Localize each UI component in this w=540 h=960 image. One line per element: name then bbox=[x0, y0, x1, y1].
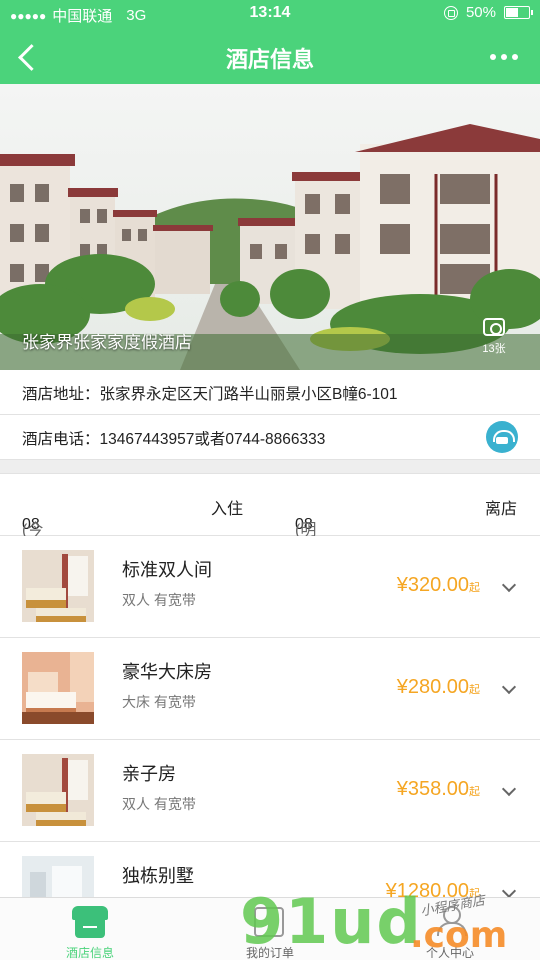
room-item[interactable]: 亲子房 双人 有宽带 ¥358.00起 bbox=[0, 740, 540, 842]
room-price-suffix: 起 bbox=[469, 786, 480, 798]
tab-my-orders[interactable]: 我的订单 bbox=[180, 898, 360, 960]
chevron-down-icon[interactable] bbox=[501, 883, 517, 899]
order-list-icon bbox=[254, 907, 284, 937]
tab-bar: 酒店信息 我的订单 个人中心 bbox=[0, 897, 540, 960]
tab-label: 酒店信息 bbox=[65, 946, 114, 960]
room-tags: 双人 有宽带 bbox=[122, 796, 196, 812]
room-price-value: ¥320.00 bbox=[396, 574, 469, 596]
room-price: ¥320.00起 bbox=[397, 574, 480, 597]
phone-value: 13467443957或者0744-8866333 bbox=[99, 431, 326, 448]
address-label: 酒店地址： bbox=[22, 386, 100, 403]
tab-hotel-info[interactable]: 酒店信息 bbox=[0, 898, 180, 960]
room-item[interactable]: 标准双人间 双人 有宽带 ¥320.00起 bbox=[0, 536, 540, 638]
chevron-down-icon[interactable] bbox=[501, 679, 517, 695]
room-name: 豪华大床房 bbox=[122, 662, 212, 682]
battery-icon bbox=[504, 6, 533, 19]
phone-call-icon[interactable] bbox=[486, 421, 518, 453]
phone-label: 酒店电话： bbox=[22, 431, 100, 448]
room-name: 标准双人间 bbox=[122, 560, 212, 580]
tab-label: 个人中心 bbox=[425, 946, 474, 960]
checkin-label: 入住 bbox=[211, 501, 244, 518]
checkout-label: 离店 bbox=[485, 501, 518, 518]
room-thumbnail bbox=[22, 550, 94, 622]
tab-label: 我的订单 bbox=[245, 946, 294, 960]
room-price-suffix: 起 bbox=[469, 582, 480, 594]
rotation-lock-icon bbox=[443, 5, 458, 20]
chevron-down-icon[interactable] bbox=[501, 577, 517, 593]
section-divider bbox=[0, 460, 540, 474]
page-title: 酒店信息 bbox=[225, 47, 314, 72]
address-value: 张家界永定区天门路半山丽景小区B幢6-101 bbox=[99, 386, 398, 403]
room-price-suffix: 起 bbox=[469, 684, 480, 696]
photo-gallery-button[interactable]: 13张 bbox=[474, 318, 514, 356]
store-icon bbox=[72, 906, 108, 938]
room-tags: 双人 有宽带 bbox=[122, 592, 196, 608]
room-price: ¥358.00起 bbox=[397, 778, 480, 801]
user-icon bbox=[436, 906, 467, 936]
status-bar: ●●●●● 中国联通 3G 13:14 50% bbox=[0, 0, 540, 28]
room-name: 亲子房 bbox=[122, 764, 176, 784]
tab-profile[interactable]: 个人中心 bbox=[360, 898, 540, 960]
photo-count-label: 13张 bbox=[482, 343, 506, 355]
room-tags: 大床 有宽带 bbox=[122, 694, 196, 710]
navigation-bar: 酒店信息 bbox=[0, 28, 540, 84]
hotel-photo[interactable]: 张家界张家家度假酒店 13张 bbox=[0, 84, 540, 370]
room-price-value: ¥280.00 bbox=[396, 676, 469, 698]
hotel-name-caption: 张家界张家家度假酒店 bbox=[22, 333, 192, 352]
chevron-down-icon[interactable] bbox=[501, 781, 517, 797]
more-options-icon[interactable] bbox=[490, 54, 518, 60]
battery-percent: 50% bbox=[465, 4, 496, 21]
room-name: 独栋别墅 bbox=[122, 866, 194, 886]
camera-icon bbox=[483, 318, 505, 336]
date-selector[interactable]: 08月07日(今天) 入住 08月08日(明天) 离店 bbox=[0, 474, 540, 599]
room-price: ¥280.00起 bbox=[397, 676, 480, 699]
room-price-value: ¥358.00 bbox=[396, 778, 469, 800]
room-thumbnail bbox=[22, 652, 94, 724]
hotel-address-row: 酒店地址：张家界永定区天门路半山丽景小区B幢6-101 bbox=[0, 370, 540, 415]
hotel-phone-row: 酒店电话：13467443957或者0744-8866333 bbox=[0, 415, 540, 460]
room-thumbnail bbox=[22, 754, 94, 826]
room-item[interactable]: 豪华大床房 大床 有宽带 ¥280.00起 bbox=[0, 638, 540, 740]
